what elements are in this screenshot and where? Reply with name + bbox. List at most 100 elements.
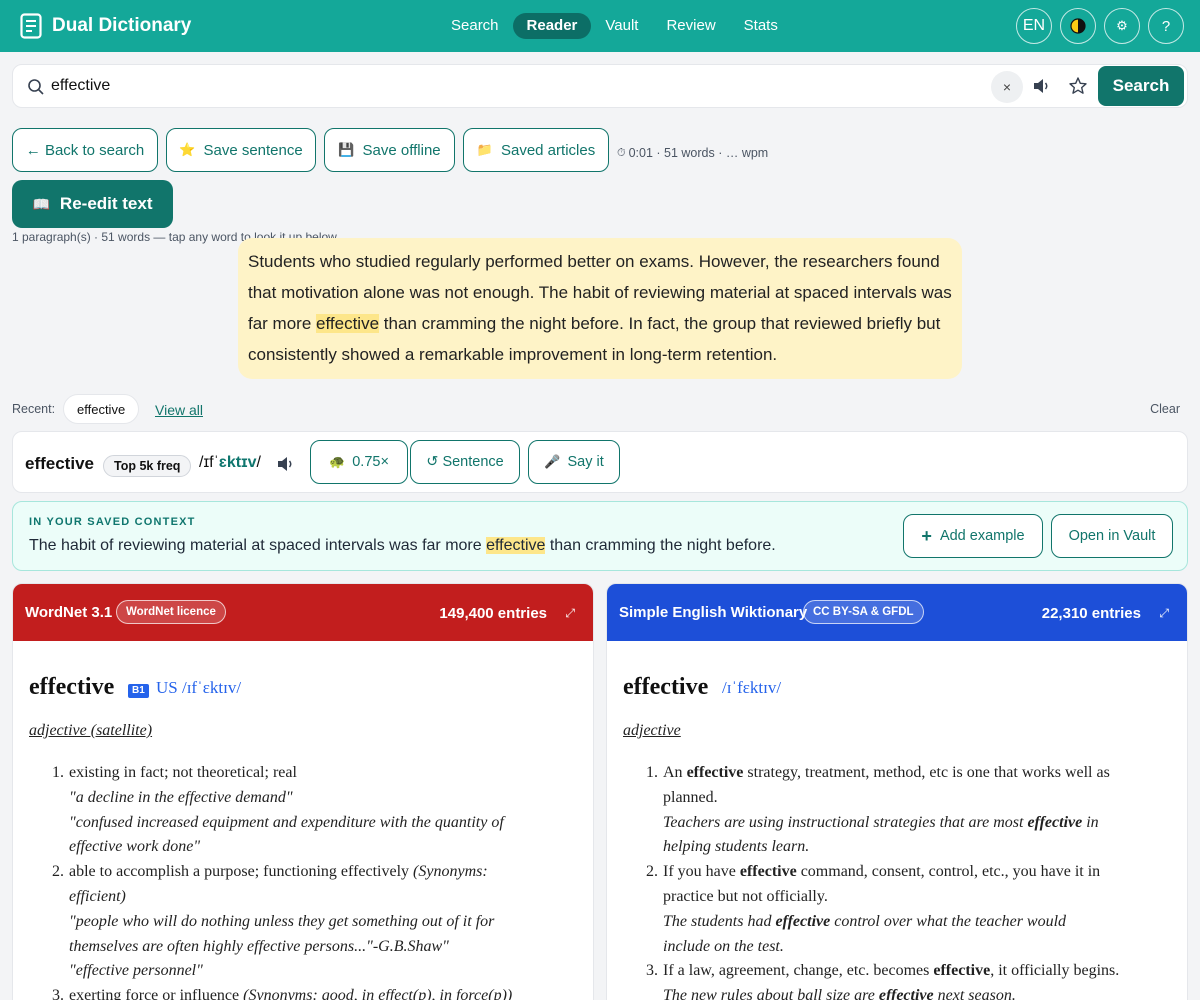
definition-text: practice but not officially. [663,887,828,905]
definition-text: able to accomplish a purpose; functionin… [69,860,579,885]
example: include on the test. [663,935,1173,960]
back-to-search-button[interactable]: ← Back to search [12,128,158,172]
folder-icon: 📁 [476,142,493,157]
definition-gloss: able to accomplish a purpose; functionin… [69,863,414,881]
saved-context-label: IN YOUR SAVED CONTEXT [29,516,196,528]
main-nav: Search Reader Vault Review Stats [437,13,792,39]
clear-recent-button[interactable]: Clear [1150,402,1180,416]
passage-text[interactable]: consistently showed a remarkable improve… [248,345,777,364]
star-icon[interactable] [1068,76,1088,96]
headword-mention: effective [933,962,991,980]
definition-list: 1. existing in fact; not theoretical; re… [52,761,579,1000]
example-text: Teachers are using instructional strateg… [663,813,1028,831]
synonyms: (Synonyms: good, in effect(p), in force(… [243,987,513,1000]
add-example-button[interactable]: + Add example [903,514,1043,558]
saved-articles-button[interactable]: 📁 Saved articles [463,128,609,172]
passage-line: consistently showed a remarkable improve… [248,339,952,370]
licence-badge[interactable]: CC BY-SA & GFDL [803,600,924,624]
ipa-part: /ɪfˈ [199,454,219,471]
passage-line: Students who studied regularly performed… [248,246,952,277]
example: The new rules about ball size are effect… [663,984,1173,1000]
stopwatch-icon: ⏱ [617,146,626,159]
definition-line: If you have effective command, consent, … [663,860,1173,885]
headword-ipa: /ɪˈfɛktɪv/ [722,678,782,697]
definition-line: If a law, agreement, change, etc. become… [663,959,1173,984]
turtle-icon: 🐢 [329,454,346,469]
nav-stats[interactable]: Stats [730,13,792,39]
definition-number: 2. [52,863,64,881]
context-highlight: effective [486,537,546,554]
wordnet-body: effective B1 US /ɪfˈɛktɪv/ adjective (sa… [13,641,593,1000]
brand[interactable]: Dual Dictionary [20,13,191,39]
nav-vault[interactable]: Vault [591,13,652,39]
definition-item: 1. existing in fact; not theoretical; re… [52,761,579,860]
passage-text[interactable]: far more [248,314,316,333]
word-ipa: /ɪfˈɛktɪv/ [199,454,261,472]
search-input[interactable] [51,73,981,99]
definition-line: An effective strategy, treatment, method… [663,761,1173,786]
book-icon [20,13,42,39]
headword-mention: effective [739,863,797,881]
nav-reader[interactable]: Reader [512,13,592,39]
save-sentence-label: Save sentence [203,141,303,159]
wiktionary-panel: Simple English Wiktionary CC BY-SA & GFD… [606,583,1188,1000]
speaker-icon[interactable] [275,454,295,474]
recent-chip[interactable]: effective [63,394,140,424]
reader-passage[interactable]: Students who studied regularly performed… [238,238,962,379]
nav-review[interactable]: Review [652,13,729,39]
open-book-icon: 📖 [32,195,50,212]
gear-icon: ⚙ [1116,18,1128,33]
reading-timer: ⏱ 0:01 · 51 words · … wpm [617,146,768,160]
top-bar: Dual Dictionary Search Reader Vault Revi… [0,0,1200,52]
word-headword: effective [25,454,94,473]
sentence-audio-button[interactable]: ↺ Sentence [410,440,520,484]
save-sentence-button[interactable]: ⭐ Save sentence [166,128,316,172]
say-it-label: Say it [567,454,604,470]
context-text: than cramming the night before. [545,537,776,554]
definition-text: strategy, treatment, method, etc is one … [743,764,1110,781]
theme-toggle-button[interactable] [1060,8,1096,44]
wiktionary-body: effective /ɪˈfɛktɪv/ adjective 1. An eff… [607,641,1187,1000]
licence-badge[interactable]: WordNet licence [116,600,226,624]
expand-icon[interactable]: ⤢ [565,606,575,621]
timer-text: 0:01 · 51 words · … wpm [628,146,769,160]
definition-number: 3. [52,987,64,1000]
re-edit-text-button[interactable]: 📖 Re-edit text [12,180,173,228]
language-button[interactable]: EN [1016,8,1052,44]
passage-text[interactable]: Students who studied regularly performed… [248,252,940,271]
example: The students had effective control over … [663,910,1173,935]
synonyms: (Synonyms: [413,863,488,881]
nav-search[interactable]: Search [437,13,513,39]
example: "confused increased equipment and expend… [69,813,504,831]
half-moon-icon [1070,18,1086,34]
settings-button[interactable]: ⚙ [1104,8,1140,44]
definition-item: 1. An effective strategy, treatment, met… [646,761,1173,860]
open-in-vault-button[interactable]: Open in Vault [1051,514,1173,558]
help-button[interactable]: ? [1148,8,1184,44]
example: helping students learn. [663,835,1173,860]
definition-number: 1. [646,764,658,781]
slow-speed-button[interactable]: 🐢 0.75× [310,440,408,484]
passage-text[interactable]: that motivation alone was not enough. Th… [248,283,952,302]
passage-text[interactable]: than cramming the night before. In fact,… [379,314,941,333]
save-offline-label: Save offline [362,141,441,159]
example-text: in [1082,813,1099,831]
highlighted-word[interactable]: effective [316,314,380,333]
cefr-level-badge: B1 [128,684,149,698]
say-it-button[interactable]: 🎤 Say it [528,440,620,484]
example-text: next season. [933,987,1016,1000]
view-all-link[interactable]: View all [155,402,203,418]
expand-icon[interactable]: ⤢ [1159,606,1169,621]
definition-text: If a law, agreement, change, etc. become… [663,962,934,980]
search-bar: × Search [12,64,1188,108]
saved-context-card: IN YOUR SAVED CONTEXT The habit of revie… [12,501,1188,571]
definition-number: 3. [646,962,658,980]
clear-search-button[interactable]: × [991,71,1023,103]
save-offline-button[interactable]: 💾 Save offline [324,128,455,172]
word-card: effective Top 5k freq /ɪfˈɛktɪv/ 🐢 0.75×… [12,431,1188,493]
example-text: The new rules about ball size are [663,987,879,1000]
speaker-icon[interactable] [1031,76,1051,96]
search-button[interactable]: Search [1098,66,1184,106]
top-controls: EN ⚙ ? [1016,8,1184,44]
example-text: control over what the teacher would [830,912,1067,930]
